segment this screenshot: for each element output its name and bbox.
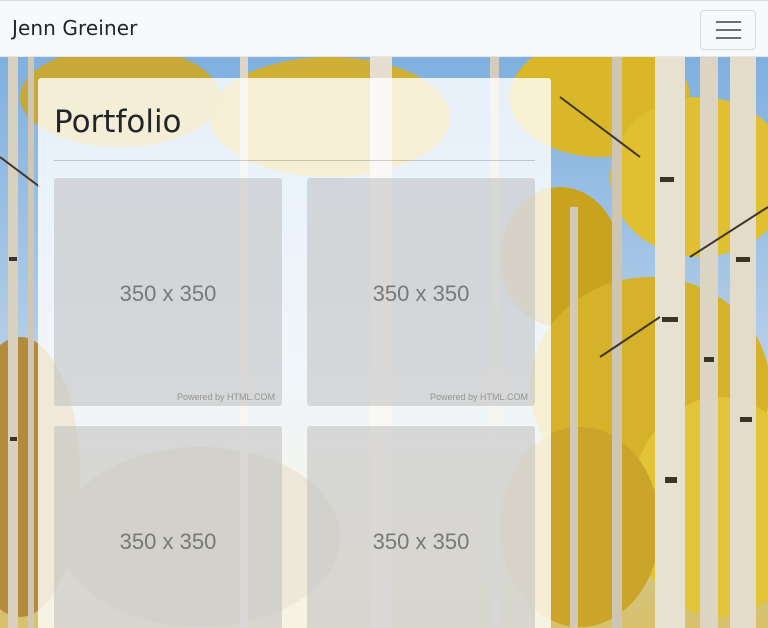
thumbnail-credit: Powered by HTML.COM: [429, 392, 528, 402]
top-navbar: Jenn Greiner: [0, 0, 768, 57]
thumbnail-credit: Powered by HTML.COM: [176, 392, 275, 402]
thumbnail-label: 350 x 350: [119, 281, 217, 306]
portfolio-thumbnail[interactable]: 350 x 350 Powered by HTML.COM: [307, 178, 535, 406]
title-divider: [54, 160, 535, 161]
portfolio-card: Portfolio 350 x 350 Powered by HTML.COM …: [38, 78, 551, 628]
brand-link[interactable]: Jenn Greiner: [12, 16, 137, 40]
portfolio-thumbnail[interactable]: 350 x 350 Powered by HTML.COM: [54, 178, 282, 406]
thumbnail-label: 350 x 350: [372, 281, 470, 306]
navbar-toggle-button[interactable]: [700, 10, 756, 50]
thumbnail-label: 350 x 350: [119, 529, 217, 554]
portfolio-thumbnail[interactable]: 350 x 350: [54, 426, 282, 628]
thumbnail-label: 350 x 350: [372, 529, 470, 554]
portfolio-thumbnail[interactable]: 350 x 350: [307, 426, 535, 628]
page-title: Portfolio: [54, 104, 182, 140]
